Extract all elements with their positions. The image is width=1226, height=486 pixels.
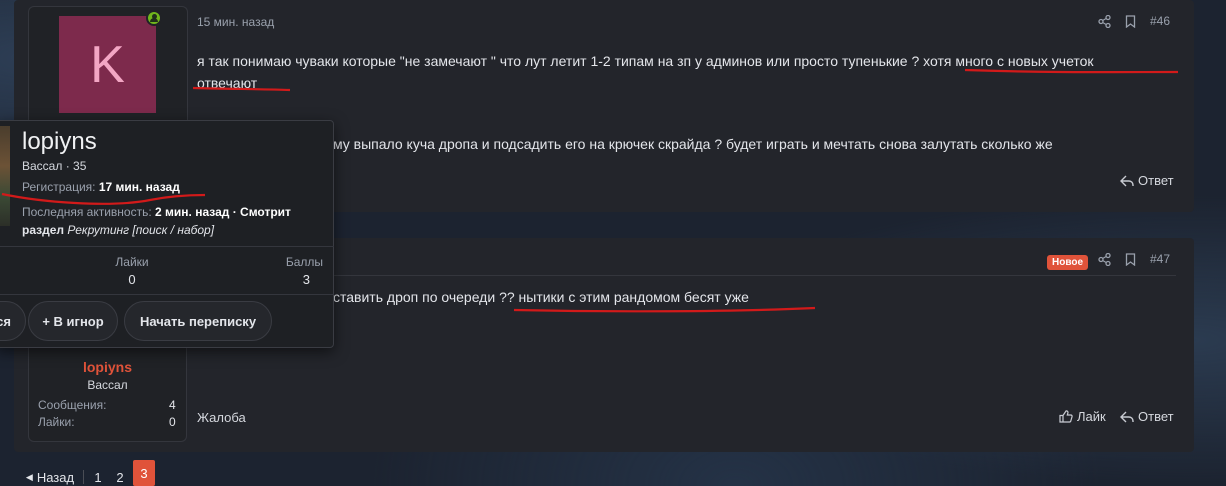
pagination-prev[interactable]: ◀ Назад — [24, 464, 76, 486]
post-46-number[interactable]: #46 — [1150, 14, 1170, 28]
post-47-number[interactable]: #47 — [1150, 252, 1170, 266]
pagination-page-2[interactable]: 2 — [110, 464, 130, 486]
post-46-time[interactable]: 15 мин. назад — [197, 15, 274, 29]
avatar-letter: K — [90, 35, 125, 94]
user-stat-value-likes: 0 — [169, 415, 176, 429]
activity-label: Последняя активность: — [22, 205, 152, 219]
tooltip-stat-label-likes: Лайки — [115, 255, 149, 269]
post-47-username[interactable]: lopiyns — [28, 359, 187, 375]
post-47-new-badge: Новое — [1047, 253, 1089, 270]
activity-value: 2 мин. назад — [155, 205, 230, 219]
post-46-text-line3: му выпало куча дропа и подсадить его на … — [333, 136, 1053, 152]
registration-value: 17 мин. назад — [98, 180, 180, 194]
tooltip-registration: Регистрация: 17 мин. назад — [22, 180, 180, 194]
post-47-header-separator — [333, 275, 1176, 276]
tooltip-stat-value-points: 3 — [302, 272, 310, 287]
reply-icon — [1120, 411, 1134, 422]
pagination-page-1[interactable]: 1 — [88, 464, 108, 486]
reply-icon — [1120, 175, 1134, 186]
activity-section-prefix: раздел — [22, 223, 65, 237]
share-icon[interactable] — [1098, 252, 1111, 266]
bookmark-icon[interactable] — [1125, 252, 1136, 266]
post-46-actions: #46 — [1098, 14, 1170, 28]
tooltip-activity: Последняя активность: 2 мин. назад · Смо… — [22, 203, 291, 239]
user-stat-value-messages: 4 — [169, 398, 176, 412]
follow-label: ся — [0, 313, 11, 329]
like-icon — [1059, 410, 1073, 423]
tooltip-avatar-partial — [0, 126, 10, 226]
bookmark-icon[interactable] — [1125, 14, 1136, 28]
post-47-text: ставить дроп по очереди ?? нытики с этим… — [333, 289, 749, 305]
pagination-page-3-current[interactable]: 3 — [133, 460, 155, 486]
share-icon[interactable] — [1098, 14, 1111, 28]
post-47-report-link[interactable]: Жалоба — [197, 410, 246, 425]
chevron-left-icon: ◀ — [25, 471, 33, 482]
activity-section-link[interactable]: Рекрутинг [поиск / набор] — [67, 223, 214, 237]
like-label: Лайк — [1077, 409, 1106, 424]
post-46-text-line1: я так понимаю чуваки которые "не замечаю… — [197, 53, 1094, 69]
post-46-reply-button[interactable]: Ответ — [1120, 173, 1174, 188]
activity-suffix: · Смотрит — [232, 205, 291, 219]
ignore-label: + В игнор — [42, 313, 104, 329]
post-47-actions: #47 — [1098, 252, 1170, 266]
post-46-text: я так понимаю чуваки которые "не замечаю… — [197, 50, 1177, 94]
registration-label: Регистрация: — [22, 180, 96, 194]
user-stat-label-likes: Лайки: — [38, 415, 75, 429]
tooltip-separator-2 — [0, 294, 334, 295]
tooltip-rank: Вассал · 35 — [22, 159, 87, 173]
user-stat-label-messages: Сообщения: — [38, 398, 107, 412]
reply-label: Ответ — [1138, 409, 1174, 424]
post-46-text-line2: отвечают — [197, 75, 258, 91]
tooltip-stat-label-points: Баллы — [285, 255, 323, 269]
post-46-avatar[interactable]: K — [59, 16, 156, 113]
reply-label: Ответ — [1138, 173, 1174, 188]
pagination-prev-label: Назад — [36, 469, 75, 485]
post-47-like-button[interactable]: Лайк — [1059, 409, 1106, 424]
tooltip-stat-value-likes: 0 — [128, 272, 136, 287]
pagination-divider — [83, 470, 84, 484]
tooltip-separator — [0, 246, 334, 247]
new-badge-label: Новое — [1047, 255, 1089, 270]
tooltip-username[interactable]: lopiyns — [22, 128, 97, 156]
online-status-icon — [146, 10, 162, 26]
start-conversation-button[interactable]: Начать переписку — [124, 301, 272, 341]
report-label: Жалоба — [197, 410, 246, 425]
start-conversation-label: Начать переписку — [139, 313, 257, 329]
post-47-user-title: Вассал — [87, 378, 128, 392]
ignore-button[interactable]: + В игнор — [28, 301, 118, 341]
post-47-reply-button[interactable]: Ответ — [1120, 409, 1174, 424]
